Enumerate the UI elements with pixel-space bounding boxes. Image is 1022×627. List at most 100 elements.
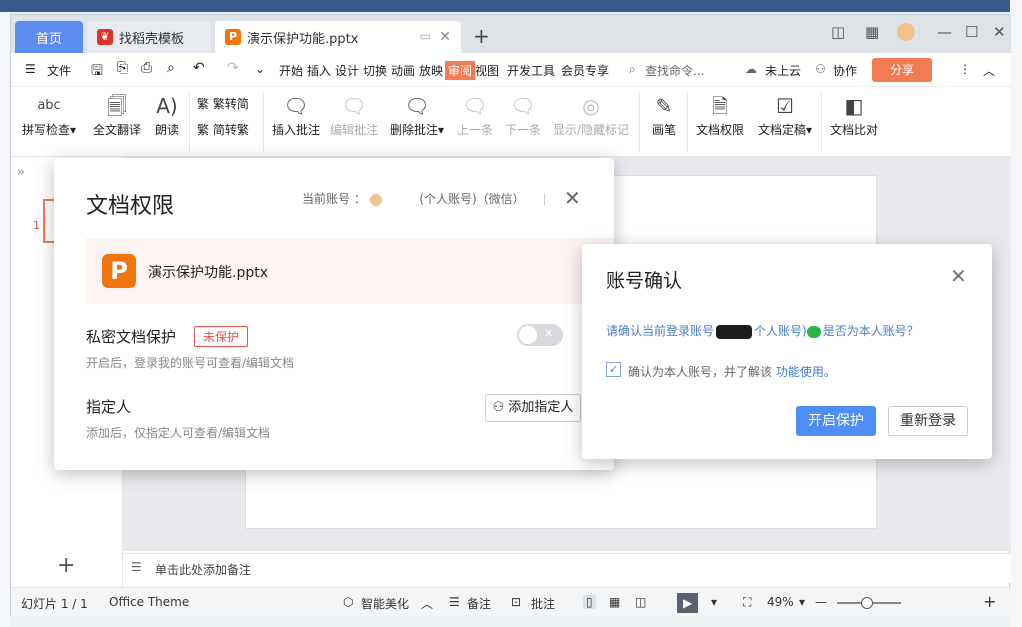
menu-start[interactable]: 开始 <box>279 62 303 79</box>
menu-devtools[interactable]: 开发工具 <box>507 62 555 79</box>
play-icon[interactable]: ▶ <box>677 593 699 613</box>
spellcheck-button[interactable]: abc 拼写检查▾ <box>19 91 79 138</box>
monitor-icon[interactable]: ▭ <box>420 29 431 43</box>
pen-label: 画笔 <box>651 123 676 137</box>
doc-compare-button[interactable]: ◧ 文档比对 <box>827 91 881 138</box>
add-designee-button[interactable]: ⚇ 添加指定人 <box>485 394 581 422</box>
read-aloud-button[interactable]: A) 朗读 <box>149 91 185 138</box>
doc-finalize-label: 文档定稿 <box>757 123 806 137</box>
doc-finalize-button[interactable]: ☑ 文档定稿▾ <box>755 91 815 138</box>
menu-review[interactable]: 审阅 <box>445 61 476 80</box>
command-search-input[interactable]: 查找命令... <box>645 62 704 79</box>
menu-insert[interactable]: 插入 <box>307 62 331 79</box>
cloud-status[interactable]: 未上云 <box>765 62 801 79</box>
collapse-ribbon-icon[interactable]: ︿ <box>983 62 995 79</box>
menu-member[interactable]: 会员专享 <box>561 62 609 79</box>
show-hide-markup-button[interactable]: ◎ 显示/隐藏标记 <box>551 91 631 138</box>
search-icon[interactable]: ⌕ <box>629 62 636 77</box>
notes-area[interactable]: ☰ 单击此处添加备注 <box>123 553 1011 583</box>
confirm-checkbox[interactable]: ✓ <box>606 362 621 377</box>
export-icon[interactable]: ⎘ <box>117 60 128 76</box>
divider <box>821 93 822 151</box>
simp-to-trad-button[interactable]: 繁 简转繁 <box>197 121 249 138</box>
delete-comment-label: 删除批注 <box>389 123 438 137</box>
menu-animation[interactable]: 动画 <box>391 62 415 79</box>
minimize-icon[interactable]: — <box>937 23 952 41</box>
doc-permission-label: 文档权限 <box>695 123 744 137</box>
add-slide-icon[interactable]: + <box>57 553 75 578</box>
menu-slideshow[interactable]: 放映 <box>419 62 443 79</box>
next-comment-button[interactable]: 🗨 下一条 <box>503 91 543 138</box>
preview-icon[interactable]: ⌕ <box>167 60 175 76</box>
redo-icon[interactable]: ↷ <box>227 60 239 76</box>
translate-button[interactable]: 🗐 全文翻译 <box>89 91 145 138</box>
delete-comment-button[interactable]: 🗨 删除批注▾ <box>387 91 447 138</box>
prev-comment-button[interactable]: 🗨 上一条 <box>455 91 495 138</box>
edit-comment-button[interactable]: 🗨 编辑批注 <box>327 91 381 138</box>
private-protection-desc: 开启后，登录我的账号可查看/编辑文档 <box>86 356 295 370</box>
relogin-button[interactable]: 重新登录 <box>888 406 968 436</box>
enable-protection-button[interactable]: 开启保护 <box>796 406 876 436</box>
confirm-close-icon[interactable]: ✕ <box>950 264 967 288</box>
user-icon: ⚇ <box>815 62 826 76</box>
hamburger-icon[interactable]: ☰ <box>25 62 36 76</box>
menu-view[interactable]: 视图 <box>475 62 499 79</box>
spellcheck-label: 拼写检查 <box>21 123 70 137</box>
sorter-view-icon[interactable]: ▦ <box>609 595 620 609</box>
normal-view-icon[interactable]: ▯ <box>583 595 596 609</box>
more-chevron-icon[interactable]: ⌄ <box>255 62 265 76</box>
delete-comment-icon: 🗨 <box>404 94 430 118</box>
tab-home[interactable]: 首页 <box>15 21 83 53</box>
theme-name[interactable]: Office Theme <box>109 595 189 609</box>
add-tab-icon[interactable]: + <box>473 24 490 48</box>
account-avatar <box>369 193 382 206</box>
doc-compare-icon: ◧ <box>844 94 864 118</box>
notes-toggle[interactable]: 备注 <box>467 595 491 612</box>
share-button[interactable]: 分享 <box>872 58 932 82</box>
read-aloud-label: 朗读 <box>154 123 179 137</box>
tab-home-label: 首页 <box>35 31 62 47</box>
menu-file[interactable]: 文件 <box>47 62 71 79</box>
trad-to-simp-button[interactable]: 繁 繁转简 <box>197 95 249 112</box>
notes-toggle-icon: ☰ <box>449 595 460 609</box>
menu-transition[interactable]: 切换 <box>363 62 387 79</box>
undo-icon[interactable]: ↶ <box>193 60 205 76</box>
menu-design[interactable]: 设计 <box>335 62 359 79</box>
pptx-icon: P <box>225 29 241 45</box>
more-icon[interactable]: ⋮ <box>959 62 971 76</box>
pen-button[interactable]: ✎ 画笔 <box>647 91 681 138</box>
zoom-level[interactable]: 49% <box>767 595 794 609</box>
window-close-icon[interactable]: ✕ <box>993 23 1006 41</box>
comments-toggle[interactable]: 批注 <box>531 595 555 612</box>
zoom-slider-handle[interactable] <box>861 597 873 609</box>
fit-window-icon[interactable]: ⛶ <box>743 595 751 610</box>
save-icon[interactable]: 🖫 <box>91 60 103 84</box>
tab-template[interactable]: ❦ 找稻壳模板 <box>87 21 211 53</box>
pen-icon: ✎ <box>655 94 673 118</box>
feature-usage-link[interactable]: 功能使用。 <box>776 365 836 379</box>
chevron-up-icon[interactable]: ︿ <box>421 595 433 612</box>
beautify-button[interactable]: 智能美化 <box>361 595 409 612</box>
tab-close-icon[interactable]: ✕ <box>439 29 451 45</box>
reading-view-icon[interactable]: ◫ <box>635 595 646 609</box>
trad-icon: 繁 <box>197 97 210 111</box>
avatar[interactable] <box>897 23 915 41</box>
checkbox-text: 确认为本人账号，并了解该 <box>628 365 773 379</box>
layout-icon[interactable]: ◫ <box>831 23 845 41</box>
unprotected-badge: 未保护 <box>194 326 249 347</box>
zoom-in-icon[interactable]: + <box>983 592 996 611</box>
zoom-out-icon[interactable]: — <box>815 595 827 609</box>
expand-pane-icon[interactable]: » <box>17 165 25 180</box>
print-icon[interactable]: ⎙ <box>141 60 152 76</box>
insert-comment-button[interactable]: 🗨 插入批注 <box>269 91 323 138</box>
tab-document[interactable]: P 演示保护功能.pptx ▭ ✕ <box>215 21 461 53</box>
permission-close-icon[interactable]: ✕ <box>564 186 581 210</box>
collab-button[interactable]: 协作 <box>833 62 857 79</box>
private-protection-toggle[interactable]: ✕ <box>517 324 563 346</box>
play-options-icon[interactable]: ▾ <box>711 595 717 609</box>
designee-title: 指定人 <box>86 398 132 416</box>
zoom-dropdown-icon[interactable]: ▾ <box>799 595 805 609</box>
doc-permission-button[interactable]: 🗎 文档权限 <box>693 91 747 138</box>
grid-icon[interactable]: ▦ <box>865 23 879 41</box>
maximize-icon[interactable]: ☐ <box>965 23 978 41</box>
